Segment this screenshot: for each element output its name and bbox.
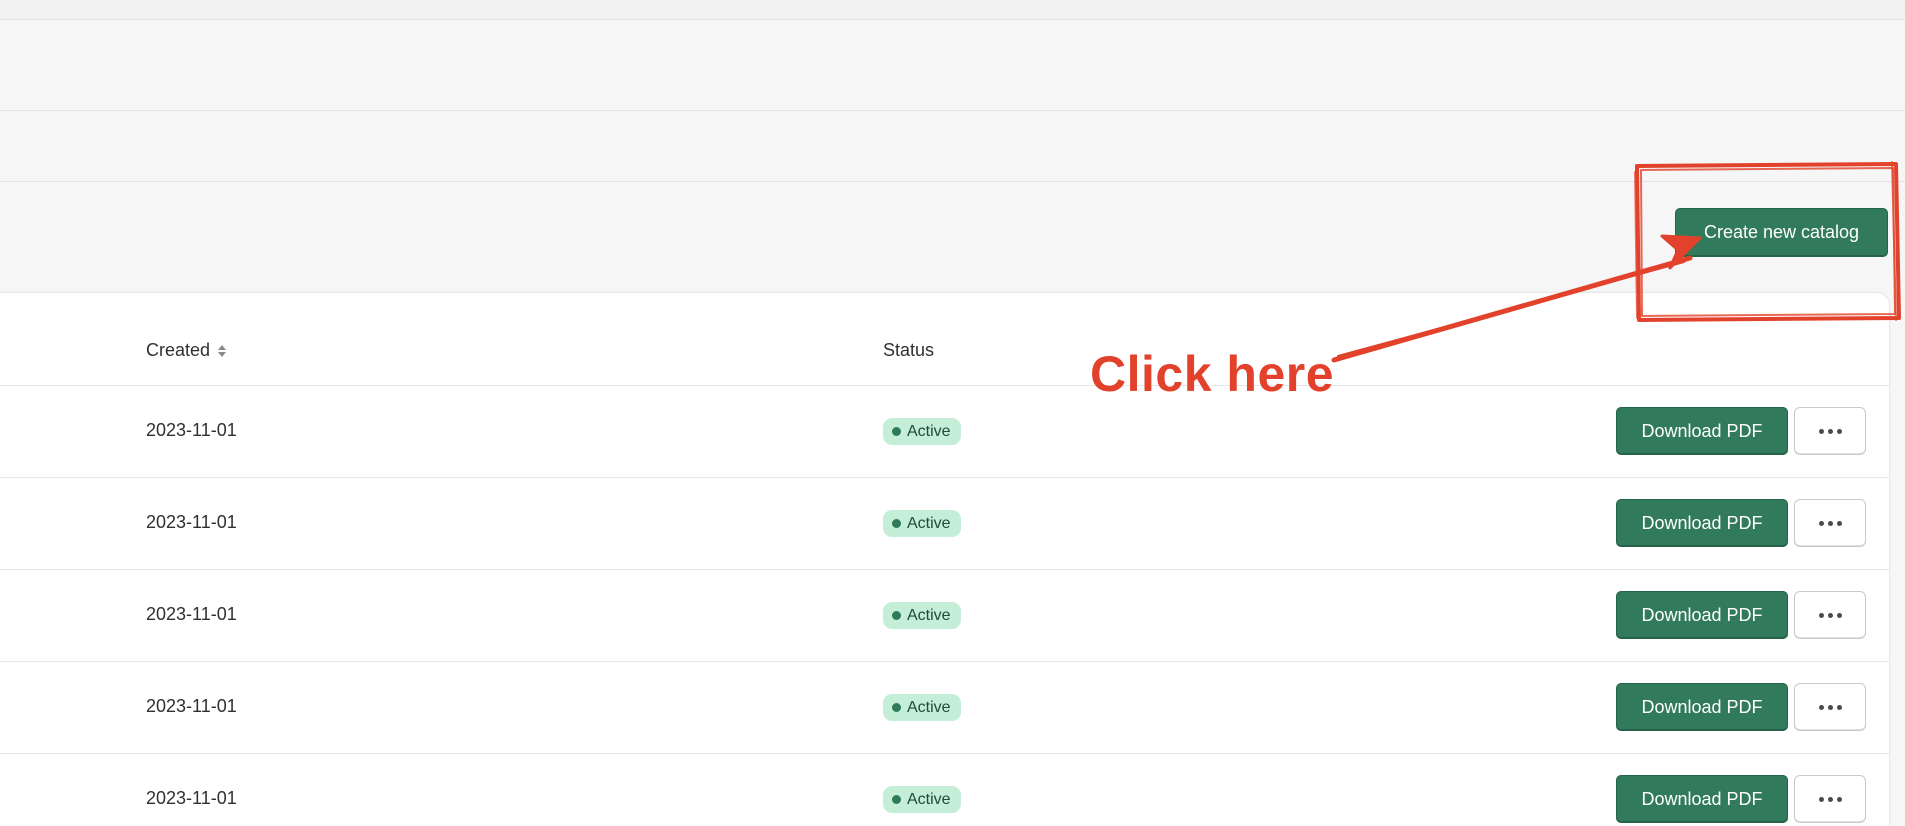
created-date: 2023-11-01	[146, 420, 237, 440]
status-dot-icon	[892, 427, 901, 436]
ellipsis-icon	[1818, 704, 1824, 710]
action-bar	[0, 182, 1905, 293]
column-header-created-label: Created	[146, 340, 211, 360]
more-actions-button[interactable]	[1794, 407, 1866, 455]
top-bar	[0, 0, 1905, 20]
status-dot-icon	[892, 703, 901, 712]
status-badge-label: Active	[907, 422, 951, 440]
status-badge: Active	[883, 602, 961, 629]
status-badge: Active	[883, 510, 961, 537]
more-actions-button[interactable]	[1794, 775, 1866, 823]
column-header-created[interactable]: Created	[146, 340, 227, 361]
filter-toolbar	[0, 111, 1905, 182]
table-row: 2023-11-01 Active Download PDF	[0, 386, 1889, 478]
status-badge: Active	[883, 786, 961, 813]
download-pdf-button[interactable]: Download PDF	[1616, 775, 1788, 823]
download-pdf-button[interactable]: Download PDF	[1616, 683, 1788, 731]
ellipsis-icon	[1818, 612, 1824, 618]
status-badge-label: Active	[907, 698, 951, 716]
table-row: 2023-11-01 Active Download PDF	[0, 754, 1889, 826]
more-actions-button[interactable]	[1794, 499, 1866, 547]
created-date: 2023-11-01	[146, 788, 237, 808]
sort-icon[interactable]	[218, 344, 227, 357]
ellipsis-icon	[1818, 796, 1824, 802]
download-pdf-button[interactable]: Download PDF	[1616, 499, 1788, 547]
status-badge-label: Active	[907, 606, 951, 624]
download-pdf-button[interactable]: Download PDF	[1616, 591, 1788, 639]
table-row: 2023-11-01 Active Download PDF	[0, 478, 1889, 570]
created-date: 2023-11-01	[146, 512, 237, 532]
page-header	[0, 20, 1905, 111]
create-new-catalog-button[interactable]: Create new catalog	[1675, 208, 1888, 257]
catalogs-page: Create new catalog Created Status 2023-1…	[0, 0, 1905, 826]
ellipsis-icon	[1818, 428, 1824, 434]
status-badge-label: Active	[907, 790, 951, 808]
ellipsis-icon	[1818, 520, 1824, 526]
column-header-status: Status	[883, 340, 935, 360]
table-row: 2023-11-01 Active Download PDF	[0, 662, 1889, 754]
status-dot-icon	[892, 519, 901, 528]
table-header-row: Created Status	[0, 293, 1889, 386]
download-pdf-button[interactable]: Download PDF	[1616, 407, 1788, 455]
status-dot-icon	[892, 611, 901, 620]
table-row: 2023-11-01 Active Download PDF	[0, 570, 1889, 662]
status-badge: Active	[883, 694, 961, 721]
more-actions-button[interactable]	[1794, 683, 1866, 731]
created-date: 2023-11-01	[146, 604, 237, 624]
more-actions-button[interactable]	[1794, 591, 1866, 639]
catalog-table: Created Status 2023-11-01 Active Downloa…	[0, 293, 1889, 826]
status-dot-icon	[892, 795, 901, 804]
status-badge: Active	[883, 418, 961, 445]
status-badge-label: Active	[907, 514, 951, 532]
created-date: 2023-11-01	[146, 696, 237, 716]
